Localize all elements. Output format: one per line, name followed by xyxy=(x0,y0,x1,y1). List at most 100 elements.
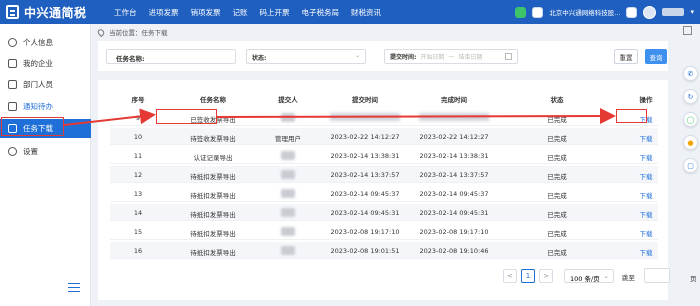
avatar[interactable] xyxy=(643,5,657,19)
chevron-down-icon[interactable]: ▾ xyxy=(690,8,694,16)
cell-submit-time: 2023-02-08 19:01:51 xyxy=(330,247,400,255)
cell-task-name: 待签收发票导出 xyxy=(190,135,236,143)
message-icon[interactable] xyxy=(626,6,638,18)
username-redacted[interactable] xyxy=(662,8,685,16)
sidebar-item-my-company[interactable]: 我的企业 xyxy=(0,54,91,73)
page-1-button[interactable]: 1 xyxy=(521,269,535,283)
cell-seq: 11 xyxy=(133,152,143,160)
submit-time-range[interactable]: 提交时间: 开始日期 一 结束日期 xyxy=(384,49,518,64)
support-icon[interactable]: ↻ xyxy=(683,89,698,104)
download-link[interactable]: 下载 xyxy=(640,171,653,181)
redacted-submitter xyxy=(281,151,295,160)
download-link[interactable]: 下载 xyxy=(640,133,653,143)
sidebar-item-notifications[interactable]: 通知待办 xyxy=(0,97,91,116)
cell-status: 已完成 xyxy=(547,116,567,124)
download-link[interactable]: 下载 xyxy=(640,209,653,219)
sidebar-item-profile[interactable]: 个人信息 xyxy=(0,33,91,52)
cell-finish-time: 2023-02-08 19:10:46 xyxy=(419,247,489,255)
table-row: 12 待抵扣发票导出 2023-02-14 13:37:57 2023-02-14 1… xyxy=(110,166,658,183)
cell-finish-time: 2023-02-14 13:37:57 xyxy=(419,171,489,179)
user-icon xyxy=(8,38,17,47)
query-button[interactable]: 查询 xyxy=(645,49,667,64)
col-finish-time-header: 完成时间 xyxy=(441,96,467,104)
download-link[interactable]: 下载 xyxy=(640,190,653,200)
cell-submitter: 管理用户 xyxy=(275,135,301,143)
chevron-down-icon: ⌄ xyxy=(354,52,360,59)
table-row: 16 待抵扣发票导出 2023-02-08 19:01:51 2023-02-08 1… xyxy=(110,242,658,259)
location-pin-icon xyxy=(96,27,106,37)
collapse-menu-icon[interactable] xyxy=(68,283,80,292)
table-row: 15 待抵扣发票导出 2023-02-08 19:17:10 2023-02-08 1… xyxy=(110,223,658,240)
cell-task-name: 待抵扣发票导出 xyxy=(190,173,236,181)
cell-status: 已完成 xyxy=(547,192,567,200)
page-suffix-label: 页 xyxy=(690,275,697,283)
cell-status: 已完成 xyxy=(547,211,567,219)
cell-task-name: 认证记录导出 xyxy=(193,154,233,162)
message-icon[interactable]: ▢ xyxy=(683,158,698,173)
sidebar-item-department-staff[interactable]: 部门人员 xyxy=(0,75,91,94)
redacted-submitter xyxy=(281,189,295,198)
status-label: 状态: xyxy=(252,55,267,62)
nav-input-invoices[interactable]: 进项发票 xyxy=(149,7,179,18)
col-status-header: 状态 xyxy=(550,96,564,104)
nav-output-invoices[interactable]: 销项发票 xyxy=(191,7,221,18)
phone-icon[interactable]: ✆ xyxy=(683,66,698,81)
notification-icon[interactable] xyxy=(532,6,544,18)
breadcrumb: 当前位置：任务下载 xyxy=(96,27,168,37)
chat-icon[interactable]: ◯ xyxy=(683,112,698,127)
main-nav: 工作台 进项发票 销项发票 记账 码上开票 电子税务局 财税资讯 xyxy=(114,7,393,18)
cell-task-name: 待抵扣发票导出 xyxy=(190,211,236,219)
status-select[interactable]: 状态: ⌄ xyxy=(246,49,366,64)
nav-workbench[interactable]: 工作台 xyxy=(114,7,137,18)
annotation-box-task-name xyxy=(156,109,217,124)
cell-status: 已完成 xyxy=(547,173,567,181)
company-name[interactable]: 北京中兴通网络科技股... xyxy=(549,7,620,17)
cell-finish-time: 2023-02-22 14:12:27 xyxy=(419,133,489,141)
sidebar-item-label: 通知待办 xyxy=(23,102,53,111)
sidebar-item-settings[interactable]: 设置 xyxy=(0,142,91,161)
download-link[interactable]: 下载 xyxy=(640,247,653,257)
redacted-submit-time xyxy=(330,113,400,121)
download-link[interactable]: 下载 xyxy=(640,228,653,238)
cell-seq: 13 xyxy=(133,190,143,198)
coin-icon[interactable]: ● xyxy=(683,135,698,150)
prev-page-button[interactable]: < xyxy=(503,269,517,283)
next-page-button[interactable]: > xyxy=(539,269,553,283)
date-separator: 一 xyxy=(448,54,455,61)
cell-seq: 9 xyxy=(135,114,141,122)
people-icon xyxy=(8,80,17,89)
reset-button[interactable]: 重置 xyxy=(614,49,638,64)
fullscreen-icon[interactable] xyxy=(683,26,692,35)
cell-submit-time: 2023-02-14 09:45:37 xyxy=(330,190,400,198)
redacted-finish-time xyxy=(419,113,489,121)
goto-page-input[interactable] xyxy=(644,268,670,283)
download-link[interactable]: 下载 xyxy=(640,152,653,162)
table-row: 11 认证记录导出 2023-02-14 13:38:31 2023-02-14 13… xyxy=(110,147,658,164)
col-submit-time-header: 提交时间 xyxy=(352,96,378,104)
annotation-box-sidebar xyxy=(1,117,64,136)
start-date-placeholder: 开始日期 xyxy=(420,54,445,61)
cell-status: 已完成 xyxy=(547,135,567,143)
app-title: 中兴通简税 xyxy=(24,5,87,20)
task-name-label-overlay: 任务名称: xyxy=(116,55,145,63)
cell-finish-time: 2023-02-08 19:17:10 xyxy=(419,228,489,236)
redacted-submitter xyxy=(281,208,295,217)
service-icon[interactable] xyxy=(515,6,527,18)
sidebar-item-label: 设置 xyxy=(23,147,38,156)
nav-tax-news[interactable]: 财税资讯 xyxy=(351,7,381,18)
cell-submit-time: 2023-02-14 09:45:31 xyxy=(330,209,400,217)
col-action-header: 操作 xyxy=(639,96,653,104)
nav-bookkeeping[interactable]: 记账 xyxy=(233,7,248,18)
nav-e-tax-bureau[interactable]: 电子税务局 xyxy=(302,7,340,18)
app-logo[interactable]: 中兴通简税 xyxy=(6,4,114,21)
goto-label: 跳至 xyxy=(622,274,635,282)
redacted-submitter xyxy=(281,246,295,255)
redacted-submitter xyxy=(281,227,295,236)
logo-icon xyxy=(6,5,19,19)
cell-task-name: 待抵扣发票导出 xyxy=(190,230,236,238)
page-size-select[interactable]: 100 条/页 ⌄ xyxy=(564,269,614,283)
top-right-tools: 北京中兴通网络科技股... ▾ xyxy=(515,0,694,24)
nav-quick-invoicing[interactable]: 码上开票 xyxy=(260,7,290,18)
cell-submit-time: 2023-02-22 14:12:27 xyxy=(330,133,400,141)
chevron-down-icon: ⌄ xyxy=(603,272,609,280)
